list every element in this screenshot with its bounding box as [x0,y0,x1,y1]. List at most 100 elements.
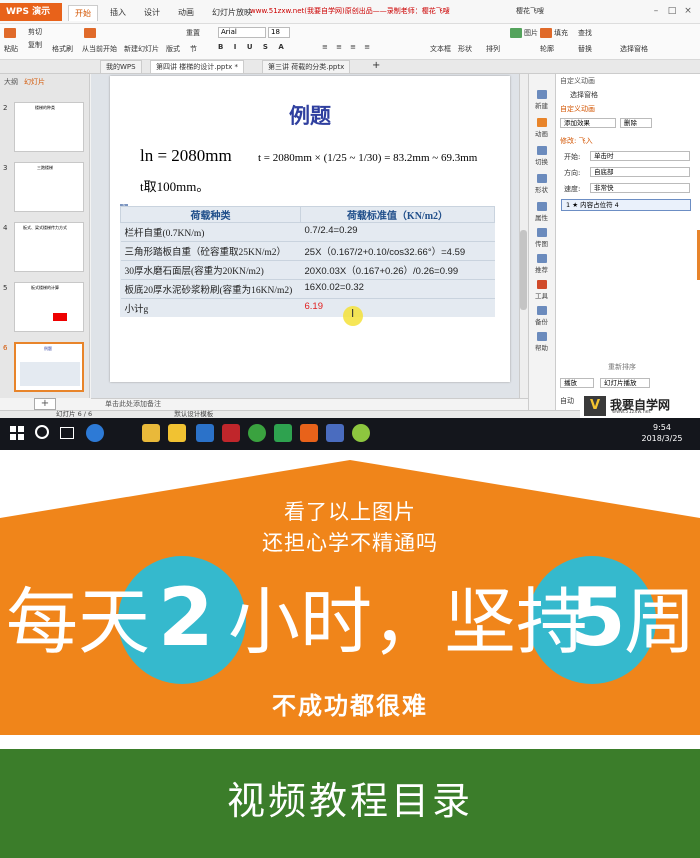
play-icon-wrap[interactable] [84,28,98,38]
current-slide[interactable]: 例题 ln = 2080mm t = 2080mm × (1/25 ~ 1/30… [110,76,510,382]
tools-icon [536,280,547,289]
add-slide-button[interactable]: + [34,398,56,410]
slide-counter: 幻灯片 6 / 6 [56,410,93,418]
select-pane-link[interactable]: 选择窗格 [570,90,598,100]
search-icon[interactable] [35,425,49,439]
section-button[interactable]: 节 [190,44,197,54]
thickness-text[interactable]: t取100mm。 [140,176,209,195]
tab-outline[interactable]: 大纲 [4,77,18,87]
find-button[interactable]: 查找 [578,28,592,38]
play-from-current-icon [84,28,96,38]
wps-presentation-icon[interactable] [300,424,318,442]
ribbon [0,24,700,60]
side-properties[interactable]: 属性 [528,202,555,222]
recorder-icon[interactable] [352,424,370,442]
side-upload[interactable]: 传图 [528,228,555,248]
copy-button[interactable]: 复制 [28,40,42,50]
doc-tab-mywps[interactable]: 我的WPS [100,60,142,73]
edge-icon[interactable] [86,424,104,442]
windows-taskbar [0,418,700,450]
table-row: 小计g 6.19 [120,298,495,317]
speed-select[interactable]: 非常快 [590,183,690,193]
shape-button[interactable]: 形状 [458,44,472,54]
textbox-button[interactable]: 文本框 [430,44,451,54]
recommend-icon [536,254,547,263]
side-shape[interactable]: 形状 [528,174,555,194]
windows-start-icon[interactable] [10,426,24,440]
doc-tab-lecture3[interactable]: 第三讲 荷载的分类.pptx [262,60,351,73]
template-name: 默认设计模板 [174,410,214,418]
replace-button[interactable]: 替换 [578,44,592,54]
side-transition[interactable]: 切换 [528,146,555,166]
slide-thumb-5[interactable]: 板式楼梯的计算 [14,282,84,332]
tab-design[interactable]: 设计 [138,5,166,21]
paste-button[interactable] [4,28,18,38]
pdf-icon[interactable] [222,424,240,442]
side-animation[interactable]: 动画 [528,118,555,138]
add-effect-button[interactable]: 添加效果 [560,118,616,128]
start-select[interactable]: 单击时 [590,151,690,161]
font-size-select[interactable]: 18 [268,27,290,38]
select-pane-button[interactable]: 选择窗格 [620,44,648,54]
maximize-icon[interactable]: □ [666,5,678,17]
format-painter-button[interactable]: 格式刷 [52,44,73,54]
wps-sheet-icon[interactable] [274,424,292,442]
table-cell: 三角形踏板自重（砼容重取25KN/m2） [120,241,301,261]
side-new[interactable]: 新建 [528,90,555,110]
file-explorer-icon[interactable] [142,424,160,442]
slide-thumb-3[interactable]: 三跑楼梯 [14,162,84,212]
folder-icon[interactable] [168,424,186,442]
slide-thumb-6[interactable]: 例题 [14,342,84,392]
slide-title[interactable]: 例题 [110,100,510,130]
table-cell: 栏杆自重(0.7KN/m) [120,222,301,242]
help-icon [536,332,547,341]
font-name-select[interactable]: Arial [218,27,266,38]
slideshow-button[interactable]: 幻灯片播放 [600,378,650,388]
app-icon[interactable] [326,424,344,442]
slide-thumb-2[interactable]: 楼梯的种类 [14,102,84,152]
slide-thumb-4[interactable]: 板式、梁式楼梯传力方式 [14,222,84,272]
side-backup[interactable]: 备份 [528,306,555,326]
tab-home[interactable]: 开始 [68,5,98,21]
doc-tab-lecture4[interactable]: 第四讲 楼梯的设计.pptx * [150,60,244,73]
side-tools[interactable]: 工具 [528,280,555,300]
tab-animation[interactable]: 动画 [172,5,200,21]
custom-animation-pane: 自定义动画 选择窗格 自定义动画 添加效果 删除 修改: 飞入 开始: 单击时 … [555,74,700,410]
delete-effect-button[interactable]: 删除 [620,118,652,128]
play-button[interactable]: 播放 [560,378,594,388]
new-tab-icon[interactable]: + [372,60,380,71]
tab-insert[interactable]: 插入 [104,5,132,21]
reorder-control[interactable]: 重新排序 [608,362,636,372]
wps-menu-button[interactable]: WPS 演示 [0,3,62,21]
tab-slides[interactable]: 幻灯片 [24,77,45,87]
new-slide-button[interactable]: 新建幻灯片 [124,44,159,54]
side-help[interactable]: 帮助 [528,332,555,352]
minimize-icon[interactable]: – [650,5,662,17]
direction-select[interactable]: 自底部 [590,167,690,177]
wps-writer-icon[interactable] [196,424,214,442]
outline-button[interactable]: 轮廓 [540,44,554,54]
notes-bar[interactable]: 单击此处添加备注 [91,398,528,410]
layout-button[interactable]: 版式 [166,44,180,54]
fill-button[interactable]: 填充 [540,28,568,38]
scrollbar-thumb[interactable] [520,230,527,310]
load-table[interactable]: 荷载种类 荷载标准值（KN/m2） 栏杆自重(0.7KN/m) 0.7/2.4=… [120,206,495,317]
cut-button[interactable]: 剪切 [28,27,42,37]
task-view-icon[interactable] [60,427,74,439]
user-name[interactable]: 樱花飞嗖 [516,6,544,16]
arrange-button[interactable]: 排列 [486,44,500,54]
font-style-buttons[interactable]: B I U S A [218,43,288,51]
formula-ln[interactable]: ln = 2080mm [140,146,232,166]
from-current-button[interactable]: 从当前开始 [82,44,117,54]
animation-list-item[interactable]: 1 ★ 内容占位符 4 [561,199,691,211]
side-recommend[interactable]: 推荐 [528,254,555,274]
close-icon[interactable]: × [682,5,694,17]
browser-icon[interactable] [248,424,266,442]
formula-thickness[interactable]: t = 2080mm × (1/25 ~ 1/30) = 83.2mm ~ 69… [258,152,477,164]
reset-button[interactable]: 重置 [186,28,200,38]
picture-button[interactable]: 图片 [510,28,538,38]
paragraph-buttons[interactable]: ≡ ≡ ≡ ≡ [322,43,373,51]
taskbar-clock[interactable]: 9:54 2018/3/25 [632,422,692,444]
start-label: 开始: [564,153,581,161]
auto-preview-checkbox[interactable]: 自动 [560,396,574,406]
